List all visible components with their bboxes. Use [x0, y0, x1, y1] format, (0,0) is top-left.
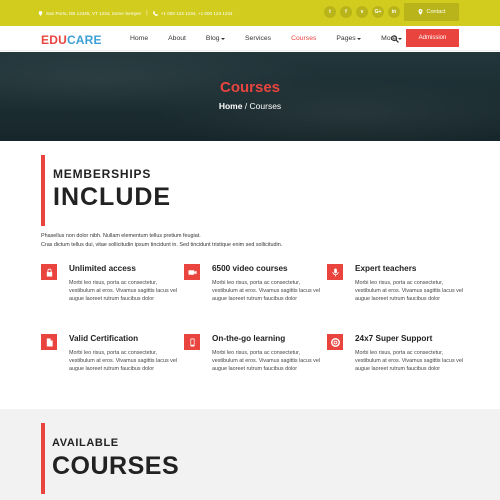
breadcrumb-current: Courses — [249, 101, 282, 111]
video-camera-icon — [187, 269, 197, 275]
vimeo-icon[interactable]: v — [356, 6, 368, 18]
section-subtitle: MEMBERSHIPS — [53, 167, 152, 181]
menu-item-label: Home — [130, 35, 149, 42]
site-logo[interactable]: EDUCARE — [41, 33, 102, 47]
address-text: San Porto, DB 12345, VT 1234, Some Sempe… — [46, 10, 142, 16]
lifebuoy-icon — [330, 337, 340, 347]
feature-description: Morbi leo risus, porta ac consectetur, v… — [212, 280, 321, 303]
phone-icon — [152, 10, 158, 16]
twitter-icon[interactable]: t — [324, 6, 336, 18]
lock-icon — [46, 268, 52, 277]
feature-description: Morbi leo risus, porta ac consectetur, v… — [355, 280, 464, 303]
caret-down-icon — [357, 37, 362, 40]
feature-title: Valid Certification — [69, 334, 139, 343]
menu-item-blog[interactable]: Blog — [205, 35, 226, 42]
feature-icon-box — [184, 334, 200, 350]
menu-item-services[interactable]: Services — [245, 35, 271, 42]
contact-label: Contact — [426, 9, 446, 15]
section-subtitle: AVAILABLE — [52, 437, 119, 449]
main-menu: Home About Blog Services Courses Pages M… — [130, 35, 422, 42]
page-title: Courses — [219, 79, 281, 96]
caret-down-icon — [221, 37, 226, 40]
feature-icon-box — [41, 334, 57, 350]
menu-item-pages[interactable]: Pages — [336, 35, 362, 42]
feature-icon-box — [184, 264, 200, 280]
breadcrumb-home[interactable]: Home — [219, 101, 243, 111]
feature-icon-box — [327, 334, 343, 350]
social-links: t f v G+ in — [324, 6, 400, 18]
section-accent-bar — [41, 155, 45, 226]
logo-part-care: CARE — [66, 33, 102, 47]
feature-title: Expert teachers — [355, 264, 417, 273]
feature-title: 6500 video courses — [212, 264, 288, 273]
menu-item-home[interactable]: Home — [130, 35, 148, 42]
menu-item-courses[interactable]: Courses — [291, 35, 316, 42]
available-courses-section: AVAILABLE COURSES — [0, 409, 500, 500]
menu-item-label: Pages — [336, 35, 356, 42]
feature-description: Morbi leo risus, porta ac consectetur, v… — [212, 350, 321, 373]
menu-item-about[interactable]: About — [168, 35, 186, 42]
feature-description: Morbi leo risus, porta ac consectetur, v… — [69, 280, 178, 303]
section-intro: Phasellus non dolor nibh. Nullam element… — [41, 232, 441, 249]
menu-item-label: Courses — [291, 35, 317, 42]
menu-item-label: Services — [245, 35, 272, 42]
logo-part-edu: EDU — [41, 33, 67, 47]
topbar-divider: | — [146, 10, 148, 16]
feature-title: Unlimited access — [69, 264, 136, 273]
location-pin-icon — [38, 10, 43, 16]
search-icon[interactable] — [391, 35, 399, 43]
feature-icon-box — [41, 264, 57, 280]
google-plus-icon[interactable]: G+ — [372, 6, 384, 18]
admission-button[interactable]: Admission — [406, 29, 459, 47]
mobile-phone-icon — [189, 337, 195, 347]
feature-title: On-the-go learning — [212, 334, 286, 343]
feature-icon-box — [327, 264, 343, 280]
feature-description: Morbi leo risus, porta ac consectetur, v… — [69, 350, 178, 373]
menu-item-label: Blog — [205, 35, 220, 42]
document-icon — [46, 337, 53, 347]
facebook-icon[interactable]: f — [340, 6, 352, 18]
section-title: COURSES — [52, 452, 180, 480]
breadcrumb-separator: / — [242, 101, 250, 111]
breadcrumb: Home / Courses — [0, 101, 500, 111]
feature-description: Morbi leo risus, porta ac consectetur, v… — [355, 350, 464, 373]
location-pin-icon — [418, 9, 423, 15]
page-hero-banner: Courses Home / Courses — [0, 52, 500, 141]
microphone-icon — [331, 267, 339, 276]
linkedin-icon[interactable]: in — [388, 6, 400, 18]
phone-text[interactable]: +1 000 123 1234, +1 000 123 1234 — [161, 11, 233, 16]
main-navbar: EDUCARE Home About Blog Services Courses… — [0, 26, 500, 51]
intro-line-1: Phasellus non dolor nibh. Nullam element… — [41, 233, 201, 239]
section-title: INCLUDE — [53, 183, 172, 211]
address-block: San Porto, DB 12345, VT 1234, Some Sempe… — [38, 10, 142, 16]
feature-title: 24x7 Super Support — [355, 334, 433, 343]
section-accent-bar — [41, 423, 45, 494]
menu-item-label: About — [168, 35, 186, 42]
contact-button[interactable]: Contact — [404, 3, 459, 21]
phone-block: +1 000 123 1234, +1 000 123 1234 — [152, 10, 233, 16]
intro-line-2: Cras dictum tellus dui, vitae sollicitud… — [41, 241, 283, 248]
